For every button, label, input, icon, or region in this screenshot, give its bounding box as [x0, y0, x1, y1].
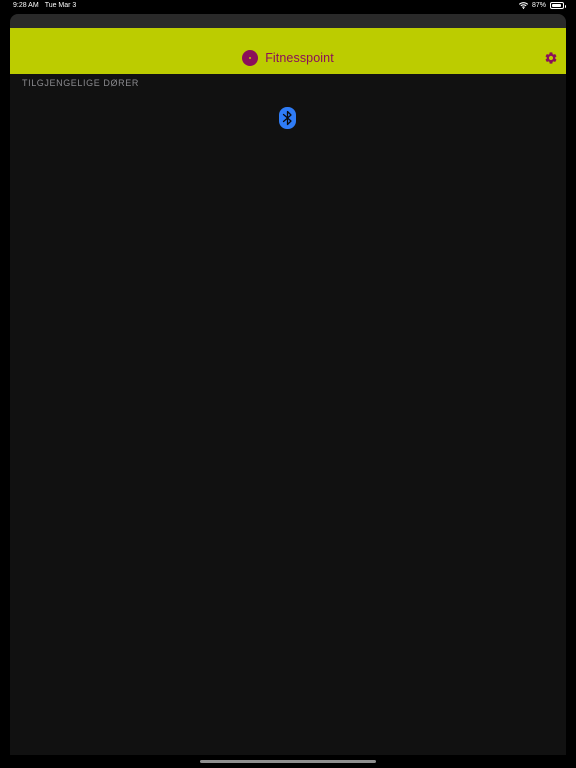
navigation-bar: Fitnesspoint [10, 28, 566, 74]
logo-icon [242, 50, 259, 66]
status-bar: 9:28 AM Tue Mar 3 87% [0, 0, 576, 12]
app-screen: 9:28 AM Tue Mar 3 87% Fitnesspoint TILGJ… [0, 0, 576, 768]
modal-sheet: Fitnesspoint TILGJENGELIGE DØRER [10, 14, 566, 755]
page-title: Fitnesspoint [265, 51, 334, 65]
gear-icon[interactable] [544, 51, 558, 65]
home-indicator[interactable] [200, 760, 376, 763]
status-date: Tue Mar 3 [44, 2, 77, 9]
battery-cap [564, 4, 566, 8]
status-time: 9:28 AM [13, 2, 39, 9]
sheet-top-edge [10, 14, 566, 28]
status-left: 9:28 AM Tue Mar 3 [13, 2, 76, 9]
battery-percent: 87% [531, 2, 546, 9]
nav-title-group: Fitnesspoint [10, 50, 566, 66]
battery-fill [552, 4, 561, 7]
section-header: TILGJENGELIGE DØRER [22, 78, 139, 88]
bluetooth-icon [279, 107, 296, 129]
battery-icon [550, 2, 566, 9]
status-right: 87% [518, 2, 566, 9]
wifi-icon [518, 2, 528, 9]
